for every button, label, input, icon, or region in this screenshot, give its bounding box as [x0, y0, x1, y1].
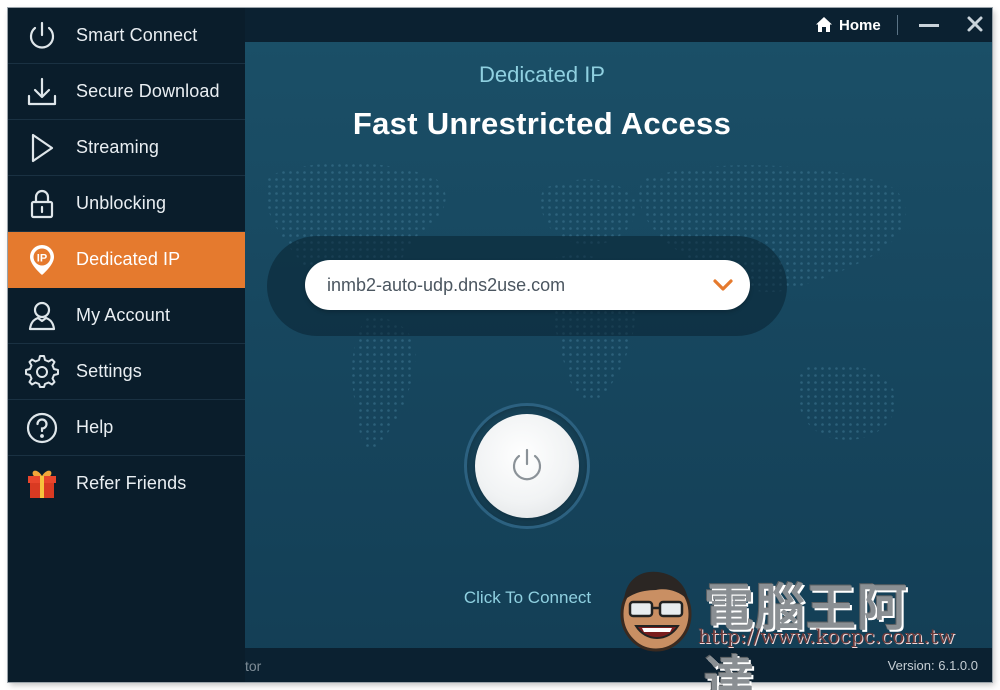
titlebar-divider [897, 15, 898, 35]
page-subtitle: Dedicated IP [479, 62, 605, 87]
gear-icon [24, 354, 60, 390]
version-label: Version: 6.1.0.0 [887, 658, 978, 673]
main-panel: Home Dedicated IP Fast Unrestricted Acce… [245, 8, 992, 682]
sidebar-item-label: Secure Download [76, 81, 220, 101]
play-icon [24, 130, 60, 166]
statusbar: tor Version: 6.1.0.0 [245, 648, 992, 682]
sidebar-item-label: Settings [76, 361, 142, 381]
status-text: tor [245, 658, 262, 674]
power-icon [512, 448, 542, 481]
sidebar-item-label: Refer Friends [76, 473, 187, 493]
sidebar-item-unblocking[interactable]: Unblocking [8, 176, 245, 232]
lock-icon [24, 186, 60, 222]
sidebar-item-label: Dedicated IP [76, 249, 181, 269]
sidebar-item-smart-connect[interactable]: Smart Connect [8, 8, 245, 64]
svg-text:IP: IP [37, 253, 47, 265]
home-button[interactable]: Home [815, 14, 881, 36]
sidebar-item-label: Help [76, 417, 114, 437]
close-button[interactable] [963, 12, 987, 36]
server-dropdown-value: inmb2-auto-udp.dns2use.com [327, 275, 566, 295]
sidebar-item-label: Streaming [76, 137, 159, 157]
sidebar-item-my-account[interactable]: My Account [8, 288, 245, 344]
server-dropdown[interactable]: inmb2-auto-udp.dns2use.com [305, 260, 750, 310]
sidebar: Smart Connect Secure Download Streaming [8, 8, 245, 682]
sidebar-item-dedicated-ip[interactable]: IP Dedicated IP [8, 232, 245, 288]
page-title: Fast Unrestricted Access [352, 106, 732, 141]
sidebar-item-secure-download[interactable]: Secure Download [8, 64, 245, 120]
sidebar-item-streaming[interactable]: Streaming [8, 120, 245, 176]
home-label: Home [839, 16, 881, 34]
user-icon [24, 298, 60, 334]
connect-label[interactable]: Click To Connect [245, 588, 810, 608]
sidebar-item-help[interactable]: Help [8, 400, 245, 456]
gift-icon [24, 466, 60, 502]
minimize-button[interactable] [917, 14, 941, 36]
app-window: Smart Connect Secure Download Streaming [8, 8, 992, 682]
sidebar-item-label: Unblocking [76, 193, 167, 213]
help-icon [24, 410, 60, 446]
sidebar-item-label: My Account [76, 305, 171, 325]
home-icon [816, 17, 832, 32]
download-icon [24, 74, 60, 110]
power-icon [24, 18, 60, 54]
sidebar-item-settings[interactable]: Settings [8, 344, 245, 400]
sidebar-item-label: Smart Connect [76, 25, 198, 45]
close-icon [967, 16, 983, 32]
titlebar: Home [245, 8, 992, 42]
ip-pin-icon: IP [24, 242, 60, 278]
sidebar-item-refer-friends[interactable]: Refer Friends [8, 456, 245, 512]
chevron-down-icon [713, 279, 733, 291]
world-map-background [264, 163, 906, 449]
connect-power-button[interactable] [475, 414, 579, 518]
